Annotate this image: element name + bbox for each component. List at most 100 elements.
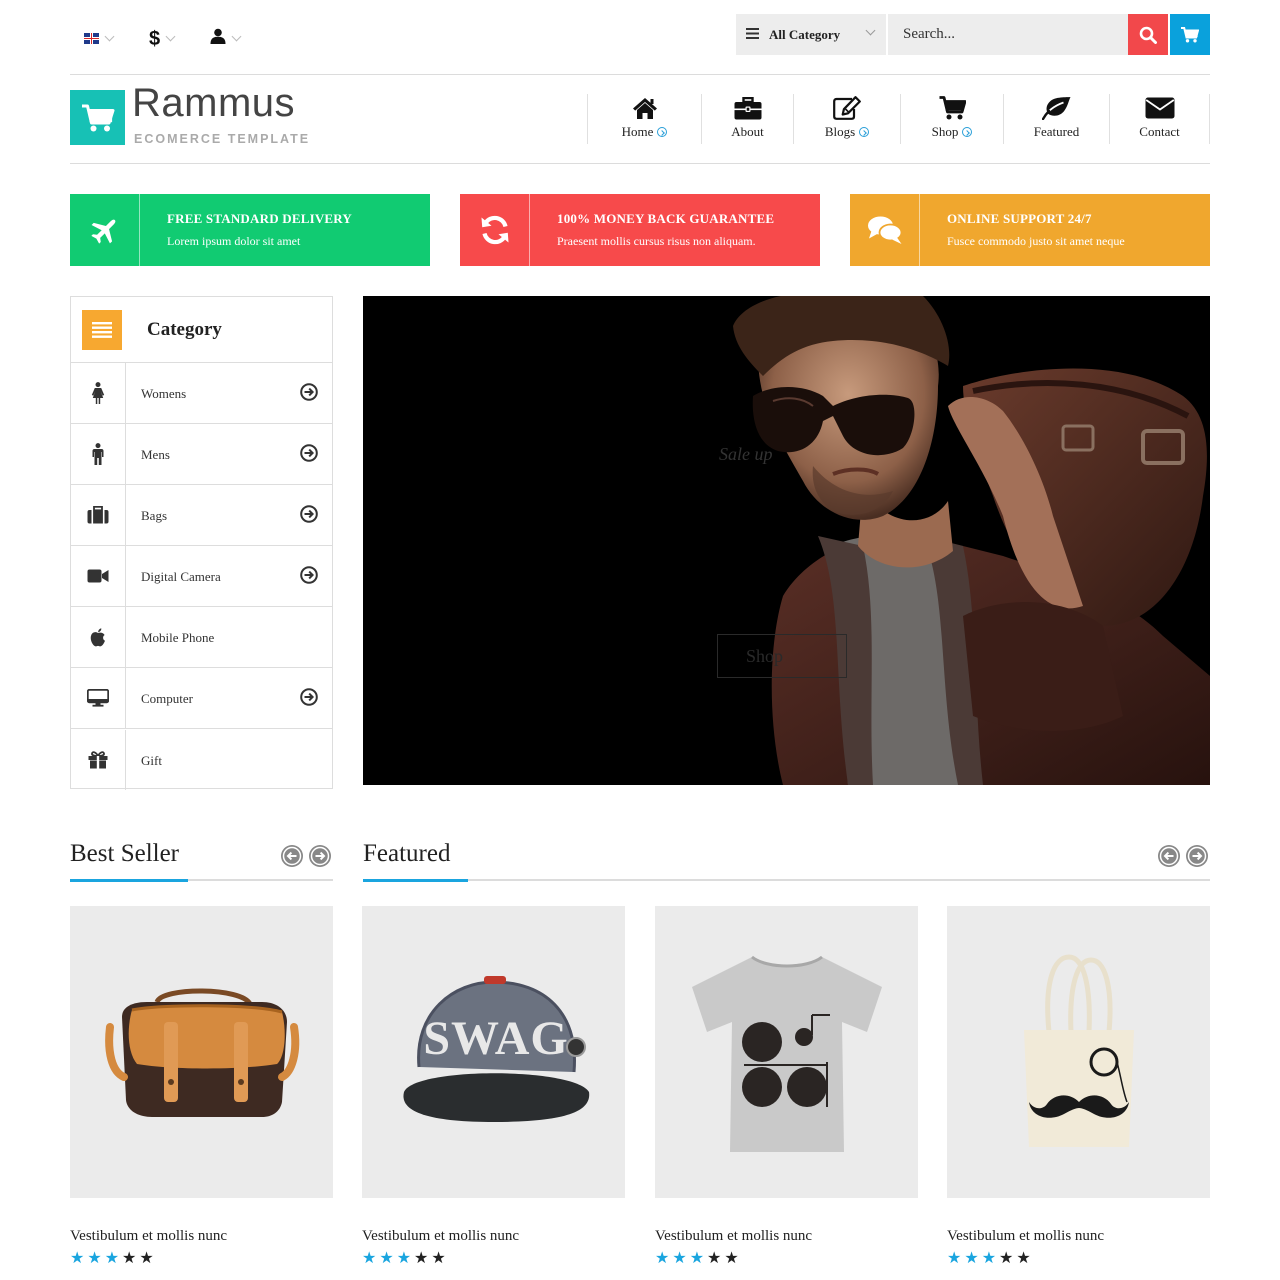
svg-text:SWAG: SWAG	[423, 1012, 568, 1065]
logo[interactable]: Rammus ECOMERCE TEMPLATE	[70, 83, 310, 146]
category-menu: Category Womens Mens Bags Digital Camera	[70, 296, 333, 790]
star-filled-icon: ★	[87, 1248, 102, 1267]
category-item-label: Computer	[141, 691, 193, 706]
category-select[interactable]: All Category	[736, 14, 888, 55]
list-icon	[746, 27, 759, 43]
category-item-label: Digital Camera	[141, 569, 221, 584]
briefcase-icon	[734, 94, 762, 122]
video-camera-icon	[71, 546, 126, 606]
star-filled-icon: ★	[689, 1248, 705, 1267]
product-card[interactable]: Vestibulum et mollis nunc ★ ★ ★ ★ ★	[655, 906, 918, 1266]
search-input[interactable]	[888, 14, 1128, 55]
tote-bag-image	[1023, 954, 1134, 1147]
category-item-gift[interactable]: Gift	[71, 729, 332, 790]
star-filled-icon: ★	[379, 1248, 394, 1267]
nav-item-about[interactable]: About	[702, 94, 794, 144]
prev-button[interactable]	[1158, 845, 1180, 867]
submenu-arrow-icon	[657, 127, 668, 137]
cart-button[interactable]	[1170, 14, 1210, 55]
nav-item-blogs[interactable]: Blogs	[794, 94, 901, 144]
product-image[interactable]: SWAG	[362, 906, 625, 1198]
leather-bag-image	[104, 988, 299, 1117]
product-card[interactable]: Vestibulum et mollis nunc ★ ★ ★ ★ ★	[70, 906, 333, 1266]
language-dropdown[interactable]	[84, 31, 115, 44]
product-image[interactable]	[947, 906, 1210, 1198]
edit-icon	[833, 94, 861, 122]
hero-slider[interactable]: Sale up Shop	[363, 296, 1210, 785]
arrow-circle-right-icon	[300, 444, 318, 467]
category-item-label: Mobile Phone	[141, 630, 215, 645]
category-item-bags[interactable]: Bags	[71, 485, 332, 546]
star-filled-icon: ★	[672, 1248, 687, 1267]
star-filled-icon: ★	[655, 1248, 670, 1267]
prev-button[interactable]	[281, 845, 303, 867]
list-icon	[82, 309, 122, 350]
nav-item-contact[interactable]: Contact	[1110, 94, 1210, 144]
grey-tshirt-image	[691, 955, 882, 1152]
product-card[interactable]: Vestibulum et mollis nunc ★ ★ ★ ★ ★	[947, 906, 1210, 1266]
category-item-digital-camera[interactable]: Digital Camera	[71, 546, 332, 607]
search-icon	[1139, 26, 1157, 44]
product-name[interactable]: Vestibulum et mollis nunc	[362, 1228, 625, 1245]
logo-text: Rammus ECOMERCE TEMPLATE	[132, 83, 310, 146]
arrow-circle-right-icon	[300, 688, 318, 711]
currency-dropdown[interactable]: $	[149, 29, 176, 49]
feature-title: 100% MONEY BACK GUARANTEE	[557, 211, 775, 226]
feature-money-back: 100% MONEY BACK GUARANTEE Praesent molli…	[460, 194, 820, 266]
featured-controls	[1158, 845, 1208, 867]
product-image[interactable]	[70, 906, 333, 1198]
best-seller-controls	[281, 845, 331, 867]
gift-icon	[71, 729, 126, 790]
category-item-computer[interactable]: Computer	[71, 668, 332, 729]
star-filled-icon: ★	[396, 1248, 412, 1267]
star-empty-icon: ★	[122, 1248, 137, 1267]
top-left-controls: $	[84, 28, 242, 49]
divider	[70, 74, 1210, 75]
hero-model-image	[733, 296, 1210, 785]
nav-label-blogs: Blogs	[824, 124, 856, 139]
category-item-mobile-phone[interactable]: Mobile Phone	[71, 607, 332, 668]
refresh-icon	[460, 194, 530, 266]
uk-flag-icon	[84, 33, 99, 44]
star-empty-icon: ★	[999, 1248, 1014, 1267]
hero-shop-button[interactable]: Shop	[717, 634, 847, 678]
product-name[interactable]: Vestibulum et mollis nunc	[70, 1228, 333, 1245]
category-item-womens[interactable]: Womens	[71, 363, 332, 424]
next-button[interactable]	[309, 845, 331, 867]
nav-label-shop: Shop	[931, 124, 959, 139]
user-icon	[210, 28, 226, 49]
swag-cap-image: SWAG	[402, 976, 589, 1122]
product-image[interactable]	[655, 906, 918, 1198]
nav-item-shop[interactable]: Shop	[901, 94, 1004, 144]
feature-text: Lorem ipsum dolor sit amet	[167, 234, 301, 248]
suitcase-icon	[71, 485, 126, 545]
top-bar: $ All Category	[70, 14, 1210, 56]
category-item-mens[interactable]: Mens	[71, 424, 332, 485]
star-filled-icon: ★	[981, 1248, 997, 1267]
nav-label-featured: Featured	[1033, 124, 1080, 139]
feature-title: FREE STANDARD DELIVERY	[167, 211, 353, 226]
star-empty-icon: ★	[1016, 1248, 1031, 1267]
chevron-down-icon	[865, 25, 876, 36]
product-card[interactable]: SWAG Vestibulum et mollis nunc ★ ★ ★ ★ ★	[362, 906, 625, 1266]
product-rating: ★ ★ ★ ★ ★	[362, 1250, 625, 1266]
star-empty-icon: ★	[414, 1248, 429, 1267]
account-dropdown[interactable]	[210, 28, 242, 49]
feature-text: Fusce commodo justo sit amet neque	[947, 234, 1125, 248]
nav-item-home[interactable]: Home	[588, 94, 702, 144]
star-filled-icon: ★	[947, 1248, 962, 1267]
product-name[interactable]: Vestibulum et mollis nunc	[655, 1228, 918, 1245]
search-button[interactable]	[1128, 14, 1168, 55]
next-button[interactable]	[1186, 845, 1208, 867]
feature-title: ONLINE SUPPORT 24/7	[947, 211, 1092, 226]
home-icon	[632, 94, 658, 122]
nav-item-featured[interactable]: Featured	[1004, 94, 1110, 144]
nav-label-home: Home	[621, 124, 654, 139]
chevron-down-icon	[104, 31, 115, 42]
category-item-label: Gift	[141, 752, 162, 768]
cart-icon	[939, 94, 966, 122]
feature-support: ONLINE SUPPORT 24/7 Fusce commodo justo …	[850, 194, 1210, 266]
arrow-circle-right-icon	[300, 505, 318, 528]
divider	[70, 163, 1210, 164]
product-name[interactable]: Vestibulum et mollis nunc	[947, 1228, 1210, 1245]
